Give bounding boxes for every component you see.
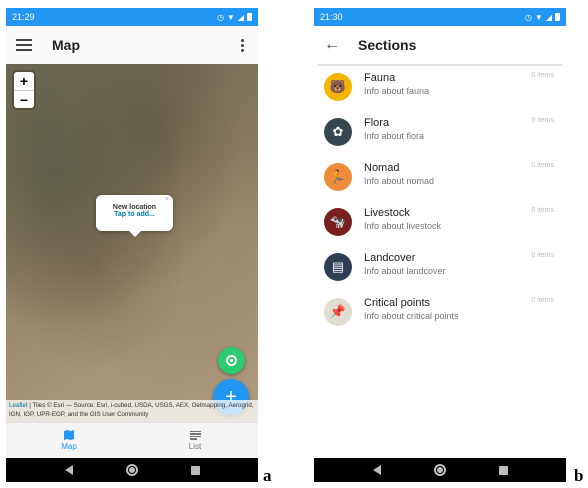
crosshair-icon xyxy=(226,355,237,366)
hamburger-menu-icon[interactable] xyxy=(16,39,32,51)
nav-list-label: List xyxy=(188,441,202,451)
recents-square-icon[interactable] xyxy=(498,465,508,475)
running-person-icon: 🏃 xyxy=(324,163,352,191)
figure-label-a: a xyxy=(263,466,272,485)
zoom-control: + − xyxy=(14,72,34,108)
nav-map[interactable]: Map xyxy=(6,423,132,458)
section-count: 0 items xyxy=(531,252,554,259)
back-arrow-icon[interactable]: ← xyxy=(324,36,340,54)
section-title: Fauna xyxy=(364,72,396,84)
page-title: Sections xyxy=(358,37,417,53)
pushpin-icon: 📌 xyxy=(324,298,352,326)
section-subtitle: Info about livestock xyxy=(364,221,442,231)
section-row-nomad[interactable]: 🏃 Nomad Info about nomad 0 items xyxy=(314,156,566,201)
alarm-icon: ◷ xyxy=(216,12,224,22)
figure-label-b: b xyxy=(574,466,584,485)
section-subtitle: Info about critical points xyxy=(364,311,459,321)
home-circle-icon[interactable] xyxy=(125,464,138,476)
section-count: 0 items xyxy=(531,72,554,79)
section-count: 0 items xyxy=(531,162,554,169)
app-bar: Map xyxy=(6,26,258,64)
new-location-popup[interactable]: × New location Tap to add... xyxy=(96,195,173,237)
section-count: 0 items xyxy=(531,207,554,214)
section-row-landcover[interactable]: ▤ Landcover Info about landcover 0 items xyxy=(314,246,566,291)
overflow-menu-icon[interactable] xyxy=(237,37,248,54)
popup-title: New location xyxy=(112,204,157,211)
section-title: Landcover xyxy=(364,252,416,264)
avatar-glyph: ✿ xyxy=(332,124,344,139)
map-attribution: Leaflet | Tiles © Esri — Source: Esri, i… xyxy=(6,400,258,422)
avatar-glyph: 🏃 xyxy=(329,169,347,184)
avatar-glyph: 🐻 xyxy=(329,79,347,94)
locate-me-button[interactable] xyxy=(218,347,245,374)
sections-list: 🐻 Fauna Info about fauna 0 items ✿ Flora Info … xyxy=(314,66,566,336)
nav-list[interactable]: List xyxy=(132,423,258,458)
section-count: 0 items xyxy=(531,297,554,304)
section-title: Flora xyxy=(364,117,390,129)
section-subtitle: Info about landcover xyxy=(364,266,446,276)
alarm-icon: ◷ xyxy=(524,12,532,22)
wifi-icon: ▼ xyxy=(226,12,235,22)
section-row-critical-points[interactable]: 📌 Critical points Info about critical poin… xyxy=(314,291,566,336)
section-text: Flora Info about flora xyxy=(364,117,424,142)
status-icons: ◷ ▼ ◢ xyxy=(525,13,560,22)
avatar-glyph: 📌 xyxy=(329,304,347,319)
attribution-text: | Tiles © Esri — Source: Esri, i-cubed, … xyxy=(9,402,254,418)
signal-icon: ◢ xyxy=(237,12,244,22)
leaflet-link[interactable]: Leaflet xyxy=(9,402,28,409)
section-text: Landcover Info about landcover xyxy=(364,252,446,277)
section-count: 0 items xyxy=(531,117,554,124)
section-subtitle: Info about nomad xyxy=(364,176,435,186)
status-time: 21:29 xyxy=(12,12,35,22)
section-subtitle: Info about flora xyxy=(364,131,425,141)
section-text: Critical points Info about critical point… xyxy=(364,297,459,322)
layers-icon: ▤ xyxy=(324,253,352,281)
signal-icon: ◢ xyxy=(545,12,552,22)
section-title: Livestock xyxy=(364,207,410,219)
status-bar: 21:29 ◷ ▼ ◢ xyxy=(6,8,258,26)
bottom-navigation: Map List xyxy=(6,422,258,458)
popup-close-button[interactable]: × xyxy=(165,196,169,203)
section-subtitle: Info about fauna xyxy=(364,86,430,96)
cow-icon: 🐄 xyxy=(324,208,352,236)
status-bar: 21:30 ◷ ▼ ◢ xyxy=(314,8,566,26)
battery-icon xyxy=(247,13,252,21)
section-row-fauna[interactable]: 🐻 Fauna Info about fauna 0 items xyxy=(314,66,566,111)
system-navigation-bar xyxy=(314,458,566,482)
recents-square-icon[interactable] xyxy=(190,465,200,475)
section-text: Livestock Info about livestock xyxy=(364,207,441,232)
avatar-glyph: ▤ xyxy=(331,259,345,274)
page-title: Map xyxy=(52,37,80,53)
popup-add-link[interactable]: Tap to add... xyxy=(96,211,173,218)
home-circle-icon[interactable] xyxy=(433,464,446,476)
satellite-map[interactable]: + − × New location Tap to add... + Leafl… xyxy=(6,64,258,422)
bear-icon: 🐻 xyxy=(324,73,352,101)
sections-screen: 21:30 ◷ ▼ ◢ ← Sections 🐻 Fauna Info about … xyxy=(314,8,566,482)
avatar-glyph: 🐄 xyxy=(329,214,347,229)
back-triangle-icon[interactable] xyxy=(372,465,381,475)
wifi-icon: ▼ xyxy=(534,12,543,22)
zoom-in-button[interactable]: + xyxy=(14,72,34,90)
nav-map-label: Map xyxy=(61,442,77,451)
status-time: 21:30 xyxy=(320,12,343,22)
flower-icon: ✿ xyxy=(324,118,352,146)
list-icon xyxy=(189,430,201,440)
section-title: Critical points xyxy=(364,297,431,309)
app-bar: ← Sections xyxy=(314,26,566,64)
section-row-flora[interactable]: ✿ Flora Info about flora 0 items xyxy=(314,111,566,156)
battery-icon xyxy=(555,13,560,21)
status-icons: ◷ ▼ ◢ xyxy=(217,13,252,22)
map-screen: 21:29 ◷ ▼ ◢ Map + − × New location Tap t… xyxy=(6,8,258,482)
section-text: Fauna Info about fauna xyxy=(364,72,429,97)
section-row-livestock[interactable]: 🐄 Livestock Info about livestock 0 items xyxy=(314,201,566,246)
system-navigation-bar xyxy=(6,458,258,482)
section-title: Nomad xyxy=(364,162,400,174)
back-triangle-icon[interactable] xyxy=(64,465,73,475)
section-text: Nomad Info about nomad xyxy=(364,162,434,187)
zoom-out-button[interactable]: − xyxy=(14,90,34,108)
map-icon xyxy=(64,430,74,440)
